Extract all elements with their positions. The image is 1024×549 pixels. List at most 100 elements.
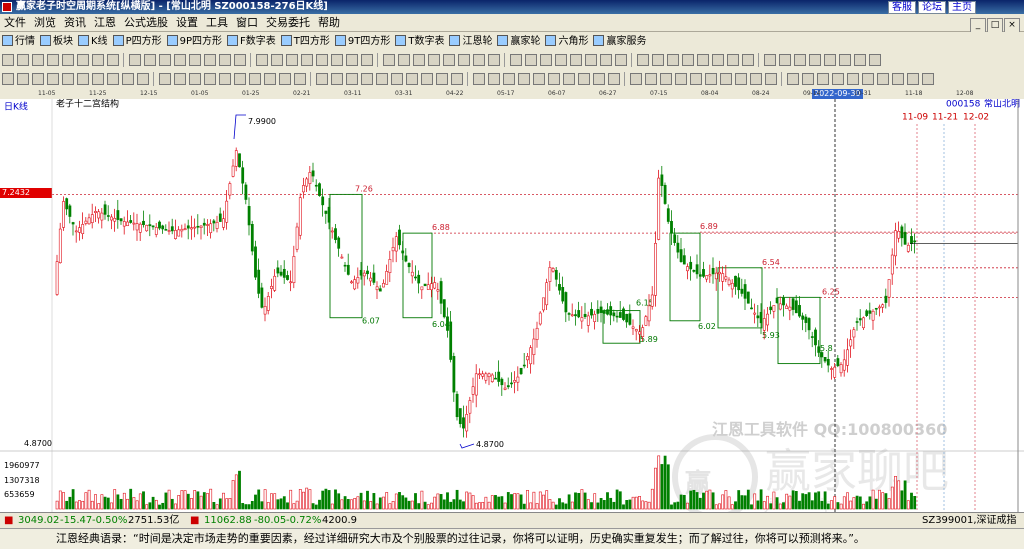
menu-formula[interactable]: 公式选股 — [120, 14, 172, 31]
btn-t-table[interactable]: T数字表 — [393, 33, 447, 50]
menu-settings[interactable]: 设置 — [172, 14, 202, 31]
tb3-tool-icon[interactable] — [690, 73, 702, 85]
tb2-tool-icon[interactable] — [540, 54, 552, 66]
link-luntan[interactable]: 论坛 — [918, 1, 946, 14]
menu-news[interactable]: 资讯 — [60, 14, 90, 31]
tb3-tool-icon[interactable] — [204, 73, 216, 85]
tb2-tool-icon[interactable] — [271, 54, 283, 66]
tb3-tool-icon[interactable] — [817, 73, 829, 85]
tb2-tool-icon[interactable] — [256, 54, 268, 66]
tb3-tool-icon[interactable] — [578, 73, 590, 85]
tb2-tool-icon[interactable] — [47, 54, 59, 66]
tb3-tool-icon[interactable] — [922, 73, 934, 85]
tb2-tool-icon[interactable] — [383, 54, 395, 66]
tb3-tool-icon[interactable] — [174, 73, 186, 85]
btn-f-table[interactable]: F数字表 — [225, 33, 279, 50]
sz-index-icon[interactable]: ■ — [190, 513, 199, 529]
tb2-tool-icon[interactable] — [346, 54, 358, 66]
tb3-tool-icon[interactable] — [548, 73, 560, 85]
tb3-tool-icon[interactable] — [630, 73, 642, 85]
tb2-tool-icon[interactable] — [458, 54, 470, 66]
tb2-tool-icon[interactable] — [17, 54, 29, 66]
tb3-tool-icon[interactable] — [660, 73, 672, 85]
tb2-tool-icon[interactable] — [682, 54, 694, 66]
tb3-tool-icon[interactable] — [264, 73, 276, 85]
btn-9t-square[interactable]: 9T四方形 — [333, 33, 393, 50]
tb2-tool-icon[interactable] — [764, 54, 776, 66]
btn-winner-wheel[interactable]: 赢家轮 — [495, 33, 543, 50]
tb2-tool-icon[interactable] — [413, 54, 425, 66]
tb3-tool-icon[interactable] — [675, 73, 687, 85]
tb2-tool-icon[interactable] — [398, 54, 410, 66]
tb2-tool-icon[interactable] — [443, 54, 455, 66]
tb3-tool-icon[interactable] — [518, 73, 530, 85]
tb3-tool-icon[interactable] — [473, 73, 485, 85]
tb3-tool-icon[interactable] — [563, 73, 575, 85]
tb3-tool-icon[interactable] — [406, 73, 418, 85]
btn-p-square[interactable]: P四方形 — [111, 33, 165, 50]
tb3-tool-icon[interactable] — [279, 73, 291, 85]
tb3-tool-icon[interactable] — [159, 73, 171, 85]
menu-help[interactable]: 帮助 — [314, 14, 344, 31]
tb3-tool-icon[interactable] — [593, 73, 605, 85]
btn-hexagon[interactable]: 六角形 — [543, 33, 591, 50]
btn-service[interactable]: 赢家服务 — [591, 33, 649, 50]
tb2-tool-icon[interactable] — [742, 54, 754, 66]
tb3-tool-icon[interactable] — [92, 73, 104, 85]
tb2-tool-icon[interactable] — [234, 54, 246, 66]
tb2-tool-icon[interactable] — [637, 54, 649, 66]
menu-browse[interactable]: 浏览 — [30, 14, 60, 31]
tb3-tool-icon[interactable] — [877, 73, 889, 85]
tb3-tool-icon[interactable] — [32, 73, 44, 85]
tb3-tool-icon[interactable] — [608, 73, 620, 85]
tb3-tool-icon[interactable] — [832, 73, 844, 85]
tb2-tool-icon[interactable] — [32, 54, 44, 66]
tb3-tool-icon[interactable] — [361, 73, 373, 85]
minimize-icon[interactable]: _ — [970, 18, 986, 33]
tb3-tool-icon[interactable] — [249, 73, 261, 85]
tb3-tool-icon[interactable] — [107, 73, 119, 85]
tb3-tool-icon[interactable] — [316, 73, 328, 85]
tb3-tool-icon[interactable] — [47, 73, 59, 85]
tb3-tool-icon[interactable] — [503, 73, 515, 85]
btn-quotes[interactable]: 行情 — [0, 33, 38, 50]
tb2-tool-icon[interactable] — [316, 54, 328, 66]
tb3-tool-icon[interactable] — [451, 73, 463, 85]
tb3-tool-icon[interactable] — [421, 73, 433, 85]
tb2-tool-icon[interactable] — [286, 54, 298, 66]
tb2-tool-icon[interactable] — [585, 54, 597, 66]
menu-trade[interactable]: 交易委托 — [262, 14, 314, 31]
tb3-tool-icon[interactable] — [376, 73, 388, 85]
tb2-tool-icon[interactable] — [301, 54, 313, 66]
tb3-tool-icon[interactable] — [765, 73, 777, 85]
tb3-tool-icon[interactable] — [137, 73, 149, 85]
tb3-tool-icon[interactable] — [189, 73, 201, 85]
tb2-tool-icon[interactable] — [2, 54, 14, 66]
btn-sectors[interactable]: 板块 — [38, 33, 76, 50]
tb2-tool-icon[interactable] — [570, 54, 582, 66]
tb2-tool-icon[interactable] — [189, 54, 201, 66]
tb2-tool-icon[interactable] — [794, 54, 806, 66]
tb3-tool-icon[interactable] — [391, 73, 403, 85]
tb2-tool-icon[interactable] — [204, 54, 216, 66]
tb3-tool-icon[interactable] — [294, 73, 306, 85]
tb2-tool-icon[interactable] — [809, 54, 821, 66]
btn-kline[interactable]: K线 — [76, 33, 111, 50]
tb2-tool-icon[interactable] — [77, 54, 89, 66]
tb2-tool-icon[interactable] — [869, 54, 881, 66]
tb3-tool-icon[interactable] — [346, 73, 358, 85]
menu-file[interactable]: 文件 — [0, 14, 30, 31]
btn-t-square[interactable]: T四方形 — [279, 33, 333, 50]
btn-gann-wheel[interactable]: 江恩轮 — [447, 33, 495, 50]
tb2-tool-icon[interactable] — [779, 54, 791, 66]
tb3-tool-icon[interactable] — [720, 73, 732, 85]
tb3-tool-icon[interactable] — [735, 73, 747, 85]
tb3-tool-icon[interactable] — [787, 73, 799, 85]
tb2-tool-icon[interactable] — [428, 54, 440, 66]
tb2-tool-icon[interactable] — [600, 54, 612, 66]
tb2-tool-icon[interactable] — [667, 54, 679, 66]
tb3-tool-icon[interactable] — [77, 73, 89, 85]
tb3-tool-icon[interactable] — [488, 73, 500, 85]
tb3-tool-icon[interactable] — [331, 73, 343, 85]
menu-window[interactable]: 窗口 — [232, 14, 262, 31]
